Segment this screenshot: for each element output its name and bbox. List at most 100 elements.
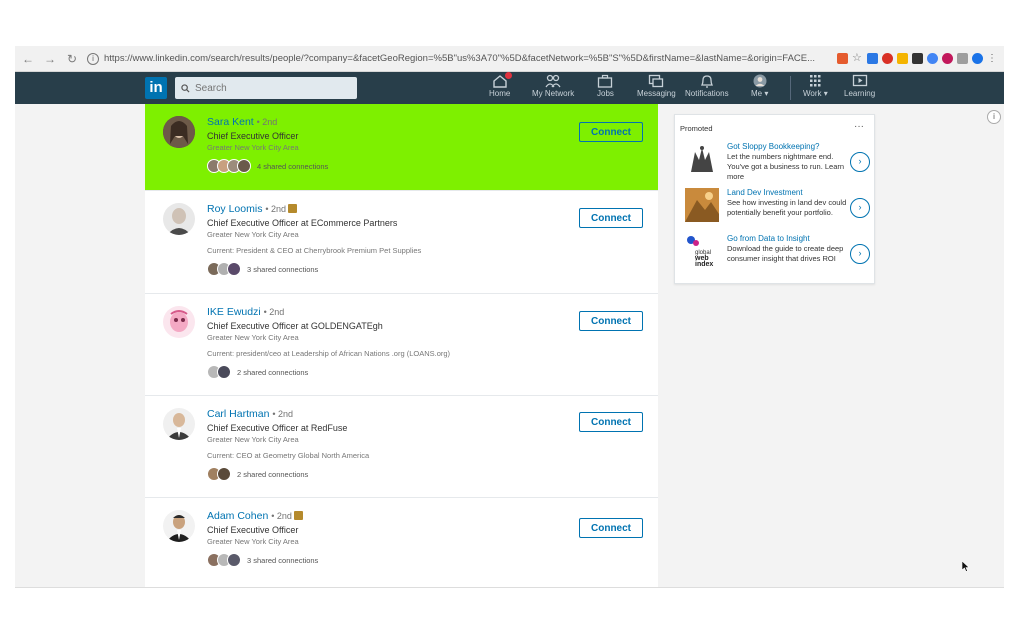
person-title: Chief Executive Officer at ECommerce Par… bbox=[207, 218, 398, 228]
more-options-icon[interactable]: ··· bbox=[854, 121, 864, 132]
forward-button[interactable]: → bbox=[41, 50, 59, 68]
url-text: https://www.linkedin.com/search/results/… bbox=[104, 53, 816, 64]
person-name-link[interactable]: IKE Ewudzi • 2nd bbox=[207, 306, 284, 318]
ad-text: Let the numbers nightmare end. You've go… bbox=[727, 152, 845, 181]
person-name-link[interactable]: Sara Kent • 2nd bbox=[207, 116, 277, 128]
linkedin-navbar: in Home My Network Jobs bbox=[15, 72, 1004, 104]
nav-notifications[interactable]: Notifications bbox=[685, 74, 729, 102]
extension-icon[interactable] bbox=[837, 53, 848, 64]
ad-item[interactable]: Land Dev Investment See how investing in… bbox=[685, 188, 871, 230]
browser-toolbar: ← → ↻ i https://www.linkedin.com/search/… bbox=[15, 46, 1004, 72]
person-name[interactable]: Carl Hartman bbox=[207, 408, 269, 420]
nav-home[interactable]: Home bbox=[489, 72, 512, 102]
nav-me-label: Me ▾ bbox=[751, 89, 769, 98]
extension-icon[interactable] bbox=[927, 53, 938, 64]
connect-button[interactable]: Connect bbox=[579, 311, 643, 331]
person-location: Greater New York City Area bbox=[207, 230, 299, 239]
chevron-right-icon[interactable]: › bbox=[850, 198, 870, 218]
shared-connection-avatars bbox=[207, 467, 231, 481]
extension-icon[interactable] bbox=[882, 53, 893, 64]
promoted-ads-panel: Promoted ··· Got Sloppy Bookkeeping? Let… bbox=[674, 114, 875, 284]
person-name[interactable]: Adam Cohen bbox=[207, 510, 268, 522]
extension-icon[interactable] bbox=[912, 53, 923, 64]
person-name-link[interactable]: Carl Hartman • 2nd bbox=[207, 408, 293, 420]
shared-connections[interactable]: 2 shared connections bbox=[207, 467, 308, 481]
profile-photo[interactable] bbox=[163, 306, 195, 338]
nav-work[interactable]: Work ▾ bbox=[803, 74, 828, 102]
linkedin-premium-icon bbox=[288, 204, 298, 213]
profile-photo[interactable] bbox=[163, 510, 195, 542]
profile-photo[interactable] bbox=[163, 408, 195, 440]
extension-icon[interactable] bbox=[897, 53, 908, 64]
search-icon bbox=[181, 83, 190, 93]
ad-title[interactable]: Land Dev Investment bbox=[727, 188, 803, 197]
person-location: Greater New York City Area bbox=[207, 333, 299, 342]
back-button[interactable]: ← bbox=[19, 50, 37, 68]
star-icon[interactable]: ☆ bbox=[852, 53, 863, 64]
address-bar[interactable]: i https://www.linkedin.com/search/result… bbox=[87, 50, 831, 68]
play-icon bbox=[852, 74, 868, 88]
extension-icon[interactable] bbox=[942, 53, 953, 64]
shared-connections[interactable]: 4 shared connections bbox=[207, 159, 328, 173]
ad-title[interactable]: Got Sloppy Bookkeeping? bbox=[727, 142, 820, 151]
nav-me[interactable]: Me ▾ bbox=[751, 74, 768, 102]
info-icon[interactable]: i bbox=[987, 110, 1001, 124]
extension-icon[interactable] bbox=[957, 53, 968, 64]
ad-thumbnail[interactable] bbox=[685, 142, 719, 176]
person-current-position: Current: CEO at Geometry Global North Am… bbox=[207, 451, 370, 460]
result-row: Roy Loomis • 2nd Chief Executive Officer… bbox=[145, 191, 658, 294]
search-input[interactable] bbox=[195, 82, 345, 94]
shared-connections[interactable]: 3 shared connections bbox=[207, 553, 318, 567]
person-location: Greater New York City Area bbox=[207, 537, 299, 546]
nav-messaging[interactable]: Messaging bbox=[637, 74, 676, 102]
extension-icon[interactable] bbox=[867, 53, 878, 64]
menu-icon[interactable]: ⋮ bbox=[987, 53, 998, 64]
person-name-link[interactable]: Adam Cohen • 2nd bbox=[207, 510, 303, 522]
linkedin-logo[interactable]: in bbox=[145, 77, 167, 99]
person-name-link[interactable]: Roy Loomis • 2nd bbox=[207, 203, 298, 215]
connect-button[interactable]: Connect bbox=[579, 412, 643, 432]
nav-home-label: Home bbox=[489, 89, 511, 98]
person-name[interactable]: IKE Ewudzi bbox=[207, 306, 261, 318]
person-name[interactable]: Roy Loomis bbox=[207, 203, 262, 215]
messaging-icon bbox=[648, 74, 664, 88]
connect-button[interactable]: Connect bbox=[579, 208, 643, 228]
nav-learning[interactable]: Learning bbox=[844, 74, 875, 102]
connect-button[interactable]: Connect bbox=[579, 122, 643, 142]
nav-divider bbox=[790, 76, 791, 100]
ad-thumbnail[interactable] bbox=[685, 188, 719, 222]
connect-button[interactable]: Connect bbox=[579, 518, 643, 538]
reload-button[interactable]: ↻ bbox=[63, 50, 81, 68]
chevron-right-icon[interactable]: › bbox=[850, 244, 870, 264]
grid-icon bbox=[807, 74, 823, 88]
ad-title[interactable]: Go from Data to Insight bbox=[727, 234, 810, 243]
person-title: Chief Executive Officer bbox=[207, 525, 299, 535]
person-location: Greater New York City Area bbox=[207, 435, 299, 444]
shared-connections[interactable]: 2 shared connections bbox=[207, 365, 308, 379]
shared-connections-text: 3 shared connections bbox=[247, 555, 319, 565]
nav-jobs[interactable]: Jobs bbox=[597, 74, 614, 102]
ad-item[interactable]: Got Sloppy Bookkeeping? Let the numbers … bbox=[685, 142, 871, 184]
ad-thumbnail[interactable]: global web index bbox=[685, 234, 719, 268]
connection-degree: • 2nd bbox=[256, 117, 278, 127]
shared-connections-text: 4 shared connections bbox=[257, 161, 329, 171]
info-icon[interactable]: i bbox=[87, 52, 99, 65]
shared-connections-text: 2 shared connections bbox=[237, 469, 309, 479]
person-title: Chief Executive Officer at RedFuse bbox=[207, 423, 348, 433]
shared-connections[interactable]: 3 shared connections bbox=[207, 262, 318, 276]
shared-connection-avatars bbox=[207, 159, 251, 173]
profile-icon[interactable] bbox=[972, 53, 983, 64]
profile-photo[interactable] bbox=[163, 116, 195, 148]
ad-text: See how investing in land dev could pote… bbox=[727, 198, 847, 217]
search-box[interactable] bbox=[175, 77, 357, 99]
chevron-right-icon[interactable]: › bbox=[850, 152, 870, 172]
nav-notifications-label: Notifications bbox=[685, 89, 729, 98]
nav-jobs-label: Jobs bbox=[597, 89, 614, 98]
profile-photo[interactable] bbox=[163, 203, 195, 235]
avatar bbox=[752, 74, 768, 88]
nav-my-network[interactable]: My Network bbox=[532, 74, 574, 102]
person-name[interactable]: Sara Kent bbox=[207, 116, 254, 128]
ad-item[interactable]: global web index Go from Data to Insight D… bbox=[685, 234, 871, 276]
connection-degree: • 2nd bbox=[265, 204, 287, 214]
person-current-position: Current: president/ceo at Leadership of … bbox=[207, 349, 451, 358]
